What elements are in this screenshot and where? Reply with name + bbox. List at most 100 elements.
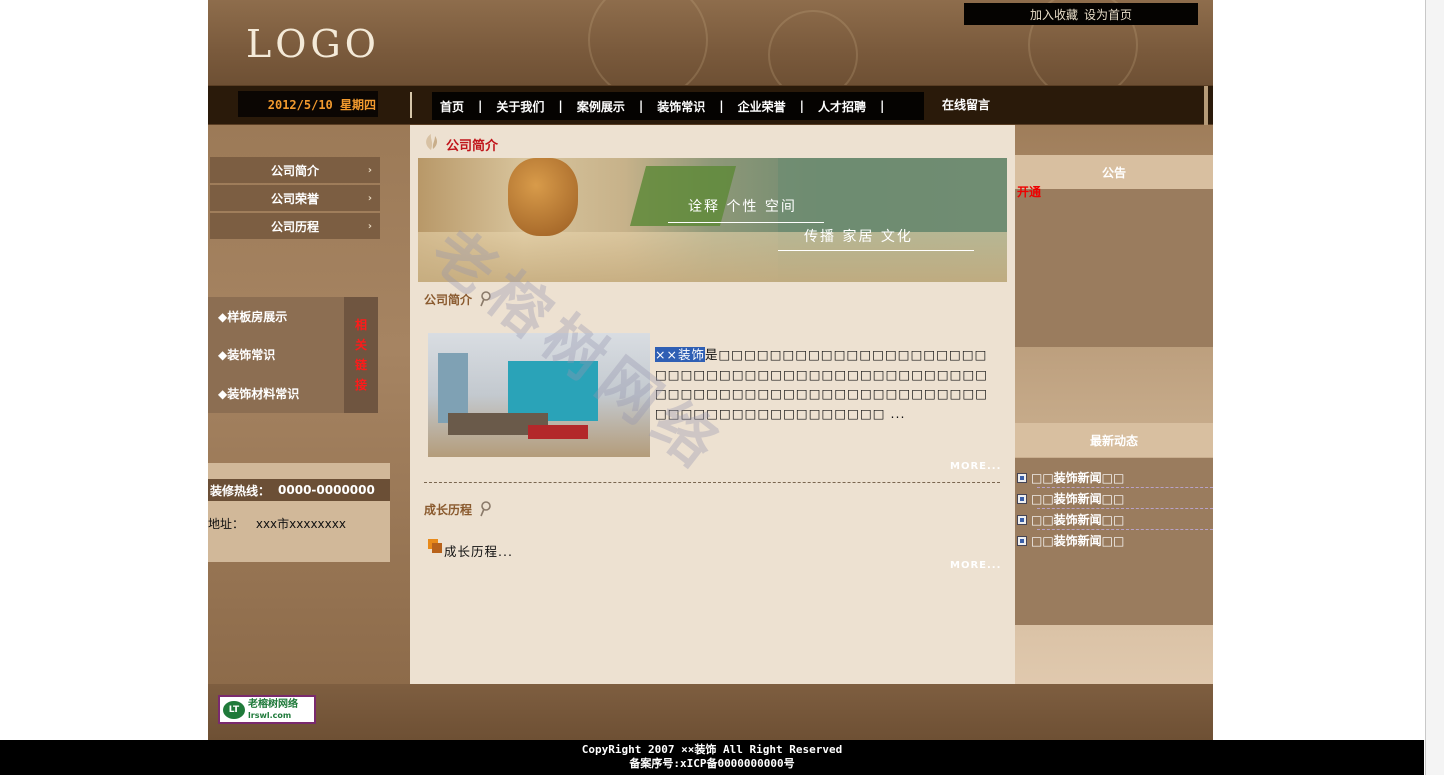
news-item[interactable]: □□装饰新闻□□ xyxy=(1017,490,1124,507)
news-icon xyxy=(1017,494,1027,504)
related-links-label: 相 关 链 接 xyxy=(344,297,378,413)
related-links-char: 接 xyxy=(354,378,367,392)
link-decoration-knowledge[interactable]: ◆装饰常识 xyxy=(218,346,275,363)
side-menu-label: 公司荣誉 xyxy=(270,191,319,206)
banner-slogan-2: 传播 家居 文化 xyxy=(804,229,913,245)
nav-separator: | xyxy=(558,99,563,113)
contact-box: 装修热线： 0000-0000000 地址： xxx市xxxxxxxx xyxy=(208,463,390,562)
link-showroom[interactable]: ◆样板房展示 xyxy=(218,308,287,325)
side-menu-label: 公司历程 xyxy=(270,219,319,234)
news-icon xyxy=(1017,536,1027,546)
vase-graphic xyxy=(508,158,578,236)
side-menu-item-history[interactable]: 公司历程 › xyxy=(210,213,380,239)
nav-item-about[interactable]: 关于我们 xyxy=(488,98,552,115)
hotline-number: 0000-0000000 xyxy=(278,483,375,497)
photo-rug xyxy=(528,425,588,439)
history-subtitle-text: 成长历程 xyxy=(424,503,473,517)
section-title: 公司简介 xyxy=(446,139,499,154)
footer: LT 老榕树网络 lrswl.com xyxy=(208,684,1213,740)
news-icon xyxy=(1017,515,1027,525)
hotline-label: 装修热线： xyxy=(210,483,271,498)
chevron-right-icon: › xyxy=(367,220,372,232)
add-favorite-link[interactable]: 加入收藏 xyxy=(1030,6,1078,23)
nav-separator: | xyxy=(478,99,483,113)
header-ornament xyxy=(768,10,858,85)
news-icon xyxy=(1017,473,1027,483)
nav-separator: | xyxy=(719,99,724,113)
intro-text: ××装饰是□□□□□□□□□□□□□□□□□□□□□□□□□□□□□□□□□□□… xyxy=(655,345,995,423)
banner-line xyxy=(778,250,974,251)
footer-logo[interactable]: LT 老榕树网络 lrswl.com xyxy=(218,695,316,724)
banner-slogan-1: 诠释 个性 空间 xyxy=(688,199,797,215)
footer-logo-url: lrswl.com xyxy=(248,710,292,720)
news-box: □□装饰新闻□□ □□装饰新闻□□ □□装饰新闻□□ □□装饰新闻□□ xyxy=(1015,458,1213,625)
top-links: 加入收藏 设为首页 xyxy=(964,3,1198,25)
vertical-scrollbar[interactable] xyxy=(1425,0,1444,775)
date-display: 2012/5/10 星期四 xyxy=(238,91,378,117)
photo-wall xyxy=(508,361,598,421)
key-icon xyxy=(480,501,492,517)
banner-image: 诠释 个性 空间 传播 家居 文化 xyxy=(418,158,1007,282)
nav-item-home[interactable]: 首页 xyxy=(432,98,472,115)
copyright-bar: CopyRight 2007 ××装饰 All Right Reserved 备… xyxy=(0,740,1424,775)
hotline: 装修热线： 0000-0000000 xyxy=(208,479,390,501)
news-title: □□装饰新闻□□ xyxy=(1031,471,1125,485)
news-title: □□装饰新闻□□ xyxy=(1031,492,1125,506)
news-divider xyxy=(1037,487,1213,488)
intro-subtitle: 公司简介 xyxy=(424,291,492,308)
copyright-text: CopyRight 2007 ××装饰 All Right Reserved xyxy=(581,743,843,756)
address-value: xxx市xxxxxxxx xyxy=(255,517,346,531)
chevron-right-icon: › xyxy=(367,192,372,204)
intro-more-link[interactable]: MORE... xyxy=(950,461,1001,472)
address: 地址： xxx市xxxxxxxx xyxy=(208,515,346,532)
main-content: 公司简介 诠释 个性 空间 传播 家居 文化 公司简介 ××装饰是□□□□□□□… xyxy=(410,125,1015,684)
nav-separator: | xyxy=(880,99,885,113)
key-icon xyxy=(480,291,492,307)
news-item[interactable]: □□装饰新闻□□ xyxy=(1017,532,1124,549)
nav-separator: | xyxy=(638,99,644,113)
leaf-icon xyxy=(426,134,438,150)
notice-text: 开通 xyxy=(1017,185,1042,199)
link-material-knowledge[interactable]: ◆装饰材料常识 xyxy=(218,385,299,402)
nav-separator: | xyxy=(799,99,805,113)
notice-header: 公告 xyxy=(1015,155,1213,189)
news-item[interactable]: □□装饰新闻□□ xyxy=(1017,469,1124,486)
nav-item-honors[interactable]: 企业荣誉 xyxy=(730,98,794,115)
footer-logo-name: 老榕树网络 xyxy=(248,698,298,710)
news-divider xyxy=(1037,529,1213,530)
site-logo[interactable]: LOGO xyxy=(246,22,380,66)
related-links-char: 相 xyxy=(354,318,367,332)
address-label: 地址： xyxy=(208,517,245,531)
intro-photo xyxy=(428,333,650,457)
side-menu-item-honors[interactable]: 公司荣誉 › xyxy=(210,185,380,211)
nav-item-message[interactable]: 在线留言 xyxy=(942,96,990,113)
nav-edge xyxy=(1204,86,1208,126)
banner-line xyxy=(668,222,824,223)
side-menu: 公司简介 › 公司荣誉 › 公司历程 › xyxy=(210,157,380,241)
related-links-char: 链 xyxy=(354,358,367,372)
news-title: □□装饰新闻□□ xyxy=(1031,534,1125,548)
left-sidebar: 公司简介 › 公司荣誉 › 公司历程 › ◆样板房展示 ◆装饰常识 ◆装饰材料常… xyxy=(208,125,410,684)
bullet-square-icon xyxy=(428,539,442,553)
chevron-right-icon: › xyxy=(367,164,372,176)
intro-subtitle-text: 公司简介 xyxy=(424,293,473,307)
nav-item-cases[interactable]: 案例展示 xyxy=(569,98,633,115)
history-more-link[interactable]: MORE... xyxy=(950,560,1001,571)
notice-box: 开通 xyxy=(1015,185,1213,347)
news-item[interactable]: □□装饰新闻□□ xyxy=(1017,511,1124,528)
divider xyxy=(424,482,1000,483)
nav-item-knowledge[interactable]: 装饰常识 xyxy=(649,98,713,115)
intro-highlight: ××装饰 xyxy=(655,347,705,362)
page: LOGO 加入收藏 设为首页 2012/5/10 星期四 首页 | 关于我们 |… xyxy=(208,0,1213,740)
company-logo-icon: LT xyxy=(223,700,245,719)
set-homepage-link[interactable]: 设为首页 xyxy=(1084,6,1132,23)
nav-item-jobs[interactable]: 人才招聘 xyxy=(810,98,874,115)
nav-divider xyxy=(410,92,412,118)
main-menu: 首页 | 关于我们 | 案例展示 | 装饰常识 | 企业荣誉 | 人才招聘 | xyxy=(432,92,924,120)
side-menu-label: 公司简介 xyxy=(270,163,319,178)
news-title: □□装饰新闻□□ xyxy=(1031,513,1125,527)
news-divider xyxy=(1037,508,1213,509)
side-menu-item-intro[interactable]: 公司简介 › xyxy=(210,157,380,183)
history-subtitle: 成长历程 xyxy=(424,501,492,518)
news-header: 最新动态 xyxy=(1015,423,1213,457)
